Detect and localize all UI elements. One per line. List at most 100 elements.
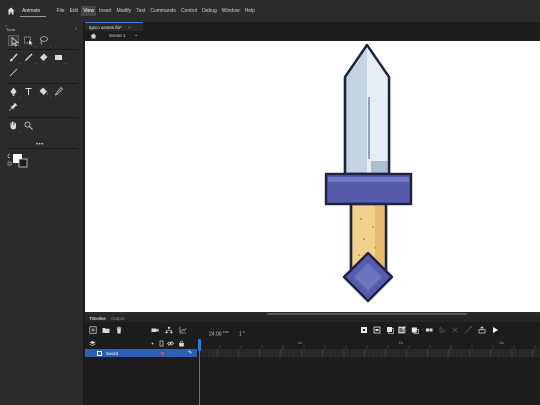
frame-cell (220, 349, 224, 357)
edit-scene-icon[interactable] (90, 33, 97, 39)
sword-artwork[interactable] (85, 41, 540, 312)
stroke-fill-color-icon[interactable] (7, 152, 31, 170)
outline-layers-icon[interactable] (158, 340, 165, 347)
menu-modify[interactable]: Modify (114, 6, 134, 16)
lasso-tool-icon[interactable] (38, 35, 51, 47)
zoom-tool-icon[interactable] (23, 120, 34, 131)
current-frame[interactable]: 1 F (239, 330, 245, 338)
app-name[interactable]: Animate (22, 8, 40, 14)
tools-divider (8, 83, 78, 84)
frame-cell (337, 349, 342, 357)
frame-cell (362, 349, 367, 357)
edit-multiple-frames-icon[interactable] (398, 326, 406, 334)
paint-bucket-tool-icon[interactable] (38, 86, 51, 98)
playhead-handle[interactable] (198, 339, 201, 351)
tool-flyout-indicator (20, 131, 21, 132)
subselection-tool-icon[interactable] (23, 35, 36, 47)
brush-tool-icon[interactable] (8, 52, 21, 64)
document-tab-bar: tgsco assets.fla* × (85, 22, 540, 31)
eyedropper-tool-icon[interactable] (53, 86, 64, 97)
layer-type-icon (97, 350, 102, 356)
tab-timeline[interactable]: Timeline (89, 316, 106, 321)
frame-cell (472, 349, 476, 357)
layer-name[interactable]: sword (106, 351, 118, 356)
frame-cell (400, 349, 405, 357)
document-tab[interactable]: tgsco assets.fla* × (85, 22, 143, 31)
frame-cell (266, 349, 270, 357)
menu-edit[interactable]: Edit (67, 6, 81, 16)
stage[interactable] (85, 41, 540, 312)
frames-area[interactable]: 1s 2s 3s (197, 339, 540, 405)
selection-tool-icon[interactable] (8, 35, 19, 47)
layer-parenting-icon[interactable] (165, 326, 173, 334)
pin-tool-icon[interactable] (8, 101, 19, 112)
frame-cell (463, 349, 468, 357)
frame-cell (228, 349, 232, 357)
rectangle-tool-icon[interactable] (53, 52, 66, 64)
insert-blank-keyframe-icon (438, 326, 446, 334)
tools-panel-title: Tools (6, 27, 16, 32)
menu-control[interactable]: Control (178, 6, 199, 16)
frame-cell (493, 349, 497, 357)
frame-cell (358, 349, 363, 357)
frame-unit: F (243, 330, 246, 334)
pencil-tool-icon[interactable] (23, 52, 36, 64)
layer-color-swatch[interactable] (161, 351, 164, 355)
frame-cell (236, 349, 241, 357)
chevron-down-icon[interactable]: ⌄ (134, 32, 138, 38)
layer-row[interactable]: sword ✎ (85, 349, 197, 357)
new-layer-icon[interactable] (89, 326, 97, 334)
menu-insert[interactable]: Insert (96, 6, 114, 16)
frame-center-icon[interactable] (360, 326, 368, 334)
lock-icon[interactable] (178, 340, 185, 347)
tab-output[interactable]: Output (111, 316, 125, 321)
onion-skin-icon[interactable] (386, 326, 394, 334)
menu-view[interactable]: View (80, 6, 97, 16)
frame-cell (295, 349, 300, 357)
home-icon[interactable] (7, 7, 15, 15)
line-tool-icon[interactable] (8, 67, 19, 78)
graph-icon[interactable] (179, 326, 187, 334)
eraser-tool-icon[interactable] (38, 52, 49, 63)
frame-options-icon[interactable] (411, 326, 419, 334)
panel-menu-icon[interactable]: ≡ (75, 26, 77, 31)
trash-icon[interactable] (115, 326, 123, 334)
close-tab-icon[interactable]: × (128, 25, 131, 30)
loop-icon[interactable] (373, 326, 381, 334)
pen-tool-icon[interactable] (8, 86, 21, 98)
frame-cell (442, 349, 447, 357)
menu-file[interactable]: File (54, 6, 67, 16)
camera-icon[interactable] (151, 326, 159, 334)
menu-help[interactable]: Help (242, 6, 257, 16)
sword-guard-highlight (328, 177, 409, 182)
menu-window[interactable]: Window (219, 6, 242, 16)
eye-icon[interactable] (167, 340, 174, 347)
timeline-ruler[interactable]: 1s 2s 3s (197, 339, 540, 357)
menu-text[interactable]: Text (134, 6, 148, 16)
menu-debug[interactable]: Debug (200, 6, 220, 16)
frame-cell (278, 349, 283, 357)
sword-blade-highlight (367, 45, 389, 174)
go-to-first-frame-icon[interactable] (478, 326, 486, 334)
hand-tool-icon[interactable] (8, 120, 21, 132)
frame-cell (249, 349, 253, 357)
frame-cell (262, 349, 266, 357)
sword-handle-dot (374, 247, 376, 249)
frame-cell (413, 349, 417, 357)
layers-icon[interactable] (89, 340, 96, 347)
frame-cell (526, 349, 531, 357)
frame-rate[interactable]: 24.00 FPS (209, 330, 229, 338)
text-tool-icon[interactable] (23, 86, 34, 97)
frame-cell (350, 349, 354, 357)
insert-keyframe-icon[interactable] (425, 326, 433, 334)
playhead[interactable] (198, 339, 201, 405)
frame-cell (417, 349, 421, 357)
new-folder-icon[interactable] (102, 326, 110, 334)
frame-cell (509, 349, 514, 357)
scene-name[interactable]: Scene 1 (109, 33, 126, 38)
highlight-layers-icon[interactable] (149, 340, 156, 347)
frame-cell (312, 349, 316, 357)
play-icon[interactable] (491, 326, 499, 334)
frame-cell (354, 349, 358, 357)
menu-commands[interactable]: Commands (148, 6, 179, 16)
